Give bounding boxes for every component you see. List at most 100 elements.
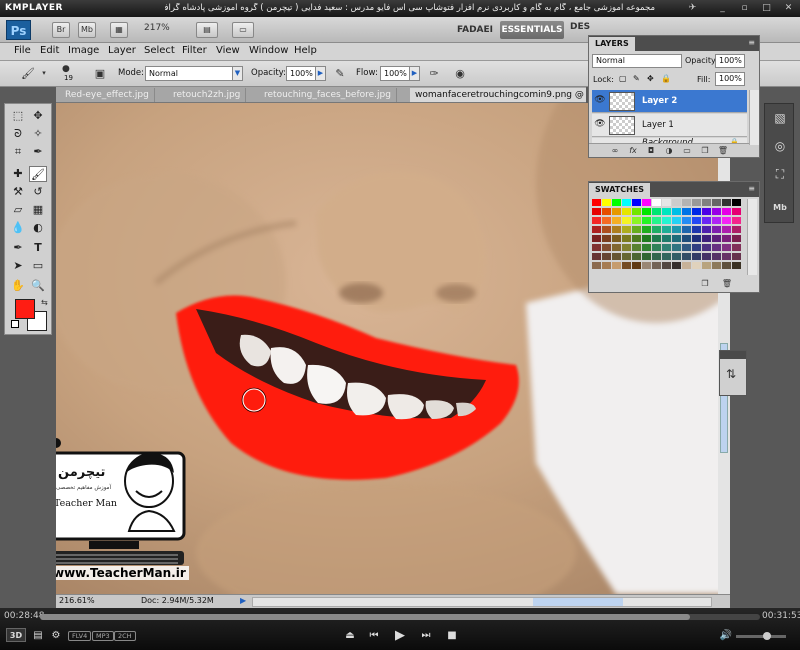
swatch-color[interactable] bbox=[592, 253, 601, 260]
swatch-color[interactable] bbox=[642, 244, 651, 251]
tab-retouch2zh[interactable]: retouch2zh.jpg bbox=[168, 88, 247, 102]
swatch-color[interactable] bbox=[682, 226, 691, 233]
brush-tool-icon[interactable]: 🖌 bbox=[29, 166, 47, 182]
swatch-color[interactable] bbox=[662, 208, 671, 215]
view-extras-button[interactable]: ▦ bbox=[110, 22, 128, 38]
healing-tool-icon[interactable]: ✚ bbox=[9, 166, 27, 182]
swatch-color[interactable] bbox=[652, 244, 661, 251]
swatch-color[interactable] bbox=[642, 253, 651, 260]
quick-select-tool-icon[interactable]: ✧ bbox=[29, 126, 47, 142]
tab-retouching-faces[interactable]: retouching_faces_before.jpg bbox=[259, 88, 397, 102]
swatch-color[interactable] bbox=[682, 253, 691, 260]
swatch-color[interactable] bbox=[672, 244, 681, 251]
swatch-color[interactable] bbox=[622, 253, 631, 260]
collapsed-panel[interactable]: ⇅ bbox=[719, 350, 747, 396]
swatch-color[interactable] bbox=[712, 244, 721, 251]
status-zoom[interactable]: 216.61% bbox=[59, 596, 95, 605]
swatch-color[interactable] bbox=[682, 199, 691, 206]
zoom-level[interactable]: 217% bbox=[144, 23, 170, 33]
opacity-arrow-icon[interactable]: ▶ bbox=[315, 66, 326, 81]
swatch-color[interactable] bbox=[632, 235, 641, 242]
pin-icon[interactable]: ✈ bbox=[686, 2, 699, 14]
swatch-color[interactable] bbox=[622, 226, 631, 233]
swatch-color[interactable] bbox=[642, 262, 651, 269]
volume-icon[interactable]: 🔊 bbox=[718, 629, 734, 643]
swatch-color[interactable] bbox=[702, 262, 711, 269]
swatch-color[interactable] bbox=[652, 253, 661, 260]
swatch-color[interactable] bbox=[682, 262, 691, 269]
swatch-color[interactable] bbox=[662, 226, 671, 233]
history-brush-tool-icon[interactable]: ↺ bbox=[29, 184, 47, 200]
brush-panel-icon[interactable]: ▣ bbox=[92, 65, 108, 82]
swatch-color[interactable] bbox=[592, 235, 601, 242]
swatch-color[interactable] bbox=[662, 262, 671, 269]
type-tool-icon[interactable]: T bbox=[29, 240, 47, 256]
swatch-color[interactable] bbox=[682, 244, 691, 251]
swatch-color[interactable] bbox=[662, 253, 671, 260]
swatch-color[interactable] bbox=[642, 208, 651, 215]
swatch-color[interactable] bbox=[602, 235, 611, 242]
swatch-color[interactable] bbox=[602, 244, 611, 251]
arrange-documents-button[interactable]: ▤ bbox=[196, 22, 218, 38]
swatch-color[interactable] bbox=[712, 235, 721, 242]
lock-image-icon[interactable]: ✎ bbox=[633, 74, 640, 83]
pen-tool-icon[interactable]: ✒ bbox=[9, 240, 27, 256]
swatch-color[interactable] bbox=[622, 244, 631, 251]
swatch-color[interactable] bbox=[732, 208, 741, 215]
menu-filter[interactable]: Filter bbox=[182, 45, 207, 56]
swatch-color[interactable] bbox=[622, 235, 631, 242]
group-icon[interactable]: ▭ bbox=[681, 145, 693, 157]
swatch-color[interactable] bbox=[612, 235, 621, 242]
maximize-icon[interactable]: □ bbox=[760, 2, 773, 14]
settings-icon[interactable]: ⚙ bbox=[48, 629, 64, 643]
clone-stamp-tool-icon[interactable]: ⚒ bbox=[9, 184, 27, 200]
layer-row[interactable]: 👁 Layer 2 bbox=[592, 90, 747, 113]
swatch-color[interactable] bbox=[692, 253, 701, 260]
swatch-color[interactable] bbox=[672, 226, 681, 233]
default-colors-icon[interactable] bbox=[11, 320, 19, 328]
swatch-color[interactable] bbox=[602, 226, 611, 233]
pressure-opacity-icon[interactable]: ✎ bbox=[332, 65, 348, 82]
pressure-size-icon[interactable]: ◉ bbox=[452, 65, 468, 82]
swatch-color[interactable] bbox=[722, 217, 731, 224]
swatch-color[interactable] bbox=[652, 262, 661, 269]
swatch-color[interactable] bbox=[592, 208, 601, 215]
restore-icon[interactable]: ▫ bbox=[738, 2, 751, 14]
swatch-color[interactable] bbox=[702, 208, 711, 215]
tab-red-eye[interactable]: Red-eye_effect.jpg bbox=[60, 88, 155, 102]
seek-bar[interactable] bbox=[40, 614, 760, 620]
player-menu-icon[interactable]: ▾ bbox=[32, 2, 45, 14]
swatch-color[interactable] bbox=[712, 217, 721, 224]
swatch-color[interactable] bbox=[732, 226, 741, 233]
previous-icon[interactable]: ⏮ bbox=[366, 629, 382, 643]
swatch-color[interactable] bbox=[722, 199, 731, 206]
panel-menu-icon[interactable]: ≡ bbox=[748, 38, 755, 47]
link-layers-icon[interactable]: ∞ bbox=[609, 145, 621, 157]
swap-colors-icon[interactable]: ⇆ bbox=[41, 298, 48, 307]
chevron-down-icon[interactable]: ▾ bbox=[36, 65, 52, 82]
lock-position-icon[interactable]: ✥ bbox=[647, 74, 654, 83]
menu-file[interactable]: File bbox=[14, 45, 31, 56]
swatch-color[interactable] bbox=[732, 244, 741, 251]
swatch-color[interactable] bbox=[722, 208, 731, 215]
new-layer-icon[interactable]: ❐ bbox=[699, 145, 711, 157]
swatch-color[interactable] bbox=[652, 217, 661, 224]
menu-select[interactable]: Select bbox=[144, 45, 175, 56]
tab-womanface[interactable]: womanfaceretrouchingcomin9.png @ 21 bbox=[410, 88, 586, 102]
swatch-color[interactable] bbox=[612, 217, 621, 224]
swatch-color[interactable] bbox=[702, 253, 711, 260]
swatch-color[interactable] bbox=[632, 226, 641, 233]
swatch-color[interactable] bbox=[662, 199, 671, 206]
swatch-color[interactable] bbox=[692, 262, 701, 269]
foreground-color[interactable] bbox=[15, 299, 35, 319]
swatch-color[interactable] bbox=[722, 226, 731, 233]
eraser-tool-icon[interactable]: ▱ bbox=[9, 202, 27, 218]
layer-opacity-field[interactable]: 100% bbox=[715, 54, 745, 68]
swatch-color[interactable] bbox=[672, 253, 681, 260]
volume-knob[interactable] bbox=[763, 632, 771, 640]
hand-tool-icon[interactable]: ✋ bbox=[9, 278, 27, 294]
volume-slider[interactable] bbox=[736, 632, 786, 640]
swatch-color[interactable] bbox=[712, 199, 721, 206]
close-icon[interactable]: ✕ bbox=[782, 2, 795, 14]
lock-transparent-icon[interactable]: ▢ bbox=[619, 74, 627, 83]
